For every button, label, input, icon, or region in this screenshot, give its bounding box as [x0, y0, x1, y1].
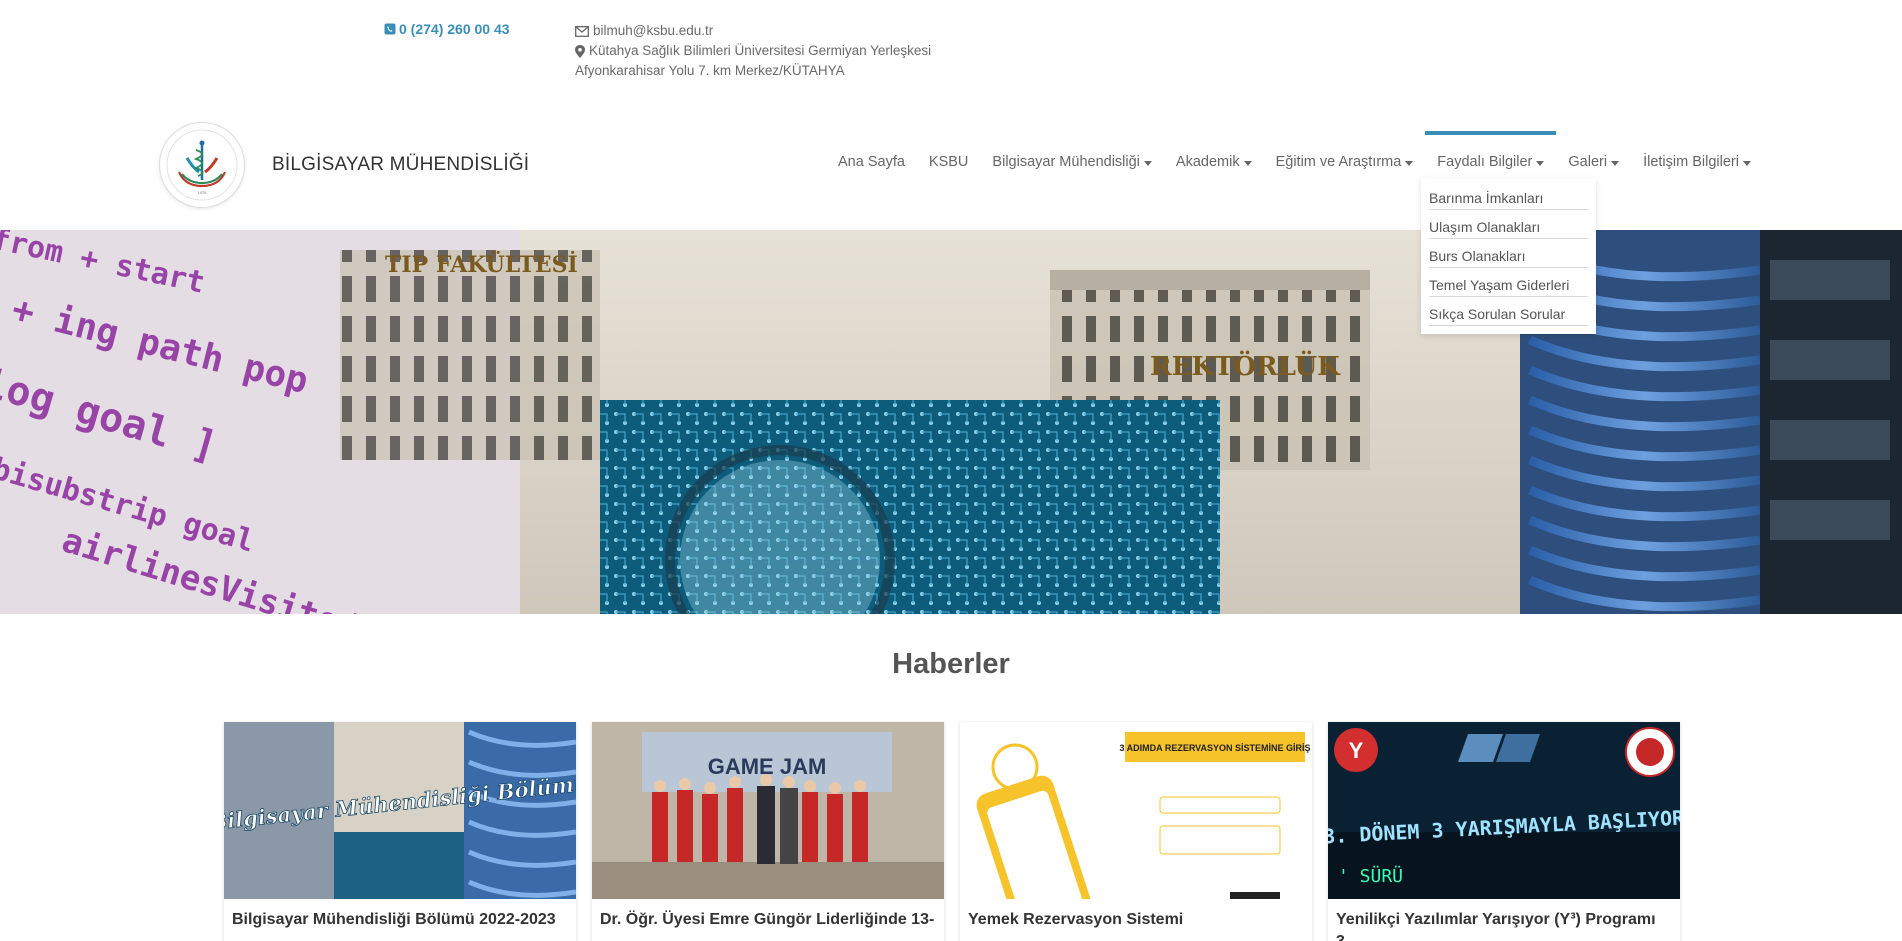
- nav-label: KSBU: [928, 154, 969, 170]
- nav-item-akademik[interactable]: Akademik: [1176, 154, 1252, 170]
- map-marker-icon: [575, 44, 585, 58]
- nav-label: Akademik: [1175, 154, 1240, 170]
- nav-label: Galeri: [1568, 154, 1608, 170]
- caret-down-icon: [1742, 160, 1751, 166]
- news-card-title: Yemek Rezervasyon Sistemi: [968, 911, 1184, 928]
- news-card-image: 3 ADIMDA REZERVASYON SİSTEMİNE GİRİŞ: [960, 722, 1312, 899]
- address-line-1: Kütahya Sağlık Bilimleri Üniversitesi Ge…: [589, 43, 932, 58]
- caret-down-icon: [1611, 160, 1620, 166]
- nav-item-ksbu[interactable]: KSBU: [929, 154, 969, 170]
- nav-label: Faydalı Bilgiler: [1437, 154, 1533, 170]
- nav-label: İletişim Bilgileri: [1643, 154, 1739, 170]
- nav-item-bilgisayar-muhendisligi[interactable]: Bilgisayar Mühendisliği: [992, 154, 1152, 170]
- hero-label-tip-fakultesi: TIP FAKÜLTESİ: [385, 250, 578, 278]
- caduceus-logo-icon: 1976: [166, 129, 238, 201]
- contact-info: bilmuh@ksbu.edu.tr Kütahya Sağlık Biliml…: [575, 21, 931, 81]
- nav-label: Eğitim ve Araştırma: [1275, 154, 1402, 170]
- site-title[interactable]: BİLGİSAYAR MÜHENDİSLİĞİ: [272, 154, 529, 176]
- dropdown-item-ulasim[interactable]: Ulaşım Olanakları: [1429, 215, 1588, 239]
- card-image-text: 3 ADIMDA REZERVASYON SİSTEMİNE GİRİŞ: [1119, 743, 1310, 753]
- caret-down-icon: [1243, 160, 1252, 166]
- news-card[interactable]: GAME JAM Dr. Öğr. Üyesi Emre Güngör Lide…: [592, 722, 944, 941]
- dropdown-item-yasam-giderleri[interactable]: Temel Yaşam Giderleri: [1429, 273, 1588, 297]
- news-card[interactable]: 3 ADIMDA REZERVASYON SİSTEMİNE GİRİŞ Yem…: [960, 722, 1312, 941]
- site-header: 1976 BİLGİSAYAR MÜHENDİSLİĞİ Ana Sayfa K…: [0, 110, 1902, 230]
- hero-banner: from + start + ing path pop log goal ] b…: [0, 230, 1902, 614]
- caret-down-icon: [1536, 160, 1545, 166]
- news-card[interactable]: Y 3. DÖNEM 3 YARIŞMAYLA BAŞLIYOR ' SÜRÜ …: [1328, 722, 1680, 941]
- caret-down-icon: [1143, 160, 1152, 166]
- address-line-2: Afyonkarahisar Yolu 7. km Merkez/KÜTAHYA: [575, 63, 845, 78]
- phone-link[interactable]: 0 (274) 260 00 43: [384, 21, 510, 37]
- hero-label-rektorluk: REKTÖRLÜK: [1150, 350, 1341, 382]
- nav-item-galeri[interactable]: Galeri: [1568, 154, 1620, 170]
- dropdown-item-barinma[interactable]: Barınma İmkanları: [1429, 186, 1588, 210]
- dropdown-item-sss[interactable]: Sıkça Sorulan Sorular: [1429, 302, 1588, 326]
- news-card-title: Dr. Öğr. Üyesi Emre Güngör Liderliğinde …: [600, 911, 935, 928]
- email-link[interactable]: bilmuh@ksbu.edu.tr: [593, 21, 713, 41]
- nav-item-egitim-arastirma[interactable]: Eğitim ve Araştırma: [1276, 154, 1414, 170]
- top-contact-bar: 0 (274) 260 00 43 bilmuh@ksbu.edu.tr Küt…: [0, 0, 1902, 110]
- nav-item-iletisim-bilgileri[interactable]: İletişim Bilgileri: [1643, 154, 1751, 170]
- envelope-icon: [575, 25, 589, 37]
- news-card-image: Y 3. DÖNEM 3 YARIŞMAYLA BAŞLIYOR ' SÜRÜ: [1328, 722, 1680, 899]
- nav-label: Ana Sayfa: [838, 154, 905, 170]
- news-card[interactable]: Bilgisayar Mühendisliği Bölümü Bilgisaya…: [224, 722, 576, 941]
- main-nav: Ana Sayfa KSBU Bilgisayar Mühendisliği A…: [838, 131, 1775, 170]
- university-logo[interactable]: 1976: [160, 123, 244, 207]
- news-card-title: Bilgisayar Mühendisliği Bölümü 2022-2023: [232, 911, 556, 928]
- nav-item-ana-sayfa[interactable]: Ana Sayfa: [838, 154, 905, 170]
- dropdown-item-burs[interactable]: Burs Olanakları: [1429, 244, 1588, 268]
- news-card-image: GAME JAM: [592, 722, 944, 899]
- phone-number: 0 (274) 260 00 43: [399, 21, 510, 37]
- svg-text:Y: Y: [1349, 738, 1364, 763]
- news-heading: Haberler: [892, 648, 1010, 680]
- nav-item-faydali-bilgiler[interactable]: Faydalı Bilgiler: [1425, 131, 1557, 170]
- phone-icon: [384, 23, 396, 35]
- news-card-title: Yenilikçi Yazılımlar Yarışıyor (Y³) Prog…: [1336, 911, 1656, 941]
- caret-down-icon: [1405, 160, 1414, 166]
- news-cards: Bilgisayar Mühendisliği Bölümü Bilgisaya…: [224, 722, 1680, 941]
- svg-text:' SÜRÜ: ' SÜRÜ: [1338, 865, 1403, 887]
- hero-collage-image: from + start + ing path pop log goal ] b…: [0, 230, 1902, 614]
- faydali-bilgiler-dropdown: Barınma İmkanları Ulaşım Olanakları Burs…: [1421, 178, 1596, 334]
- svg-text:1976: 1976: [198, 190, 208, 195]
- nav-label: Bilgisayar Mühendisliği: [992, 154, 1140, 170]
- news-card-image: Bilgisayar Mühendisliği Bölümü: [224, 722, 576, 899]
